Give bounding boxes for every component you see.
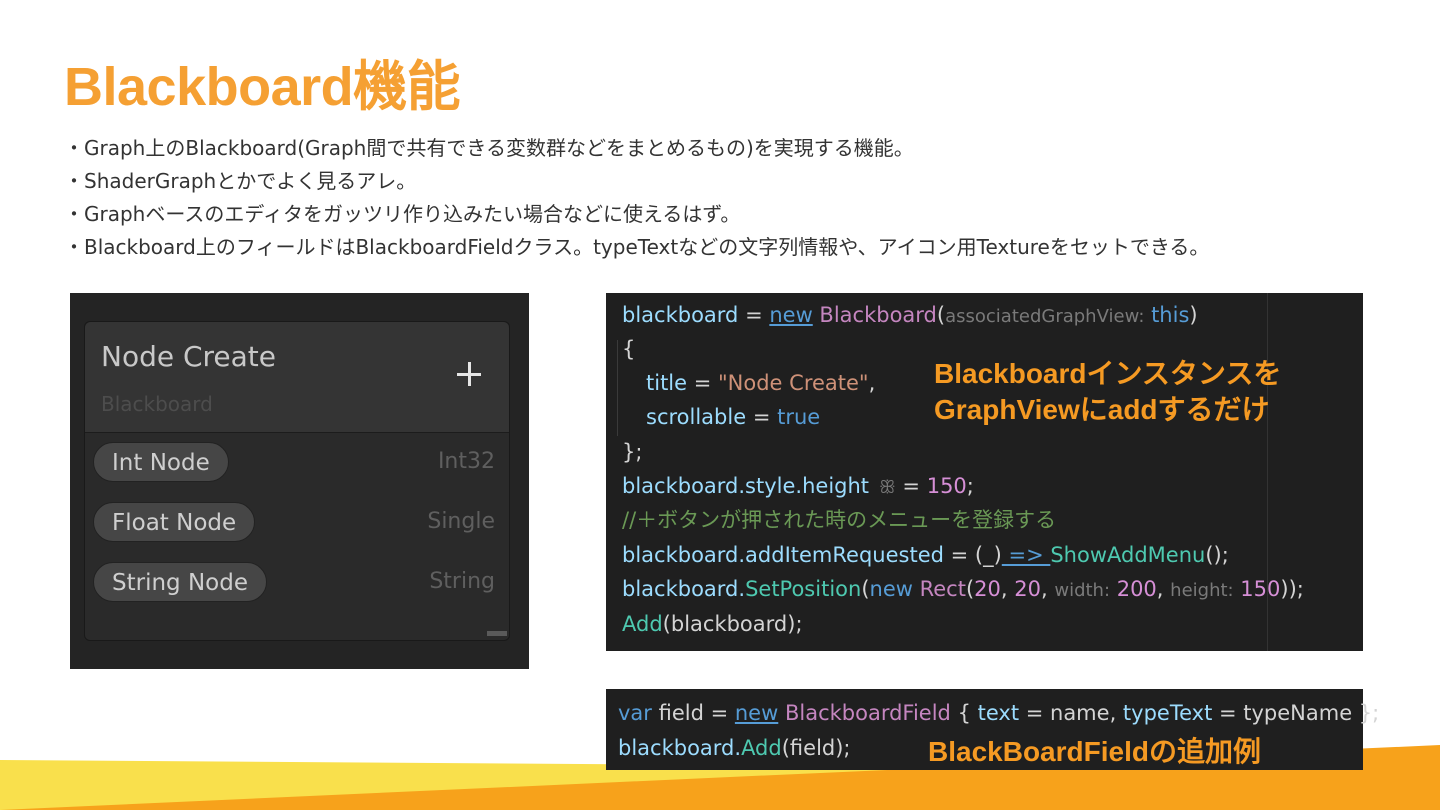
code-block-blackboard: blackboard = new Blackboard(associatedGr… [606, 293, 1363, 651]
bullet-item: ・Graph上のBlackboard(Graph間で共有できる変数群などをまとめ… [64, 136, 914, 160]
bullet-list: ・Graph上のBlackboard(Graph間で共有できる変数群などをまとめ… [64, 132, 1209, 264]
blackboard-screenshot: Node Create Blackboard Int Node Int32 Fl… [70, 293, 529, 669]
code-comment: //＋ボタンが押された時のメニューを登録する [622, 508, 1057, 532]
code-line: scrollable = true [646, 405, 821, 429]
inlay-hint-icon: ꕥ [879, 477, 896, 498]
blackboard-field-pill[interactable]: Int Node [93, 442, 229, 482]
blackboard-subtitle: Blackboard [101, 392, 213, 416]
blackboard-header: Node Create Blackboard [85, 322, 509, 433]
blackboard-window: Node Create Blackboard Int Node Int32 Fl… [84, 321, 510, 641]
blackboard-field-type: String [429, 569, 495, 594]
bullet-item: ・Graphベースのエディタをガッツリ作り込みたい場合などに使えるはず。 [64, 202, 741, 226]
indent-guide [617, 340, 618, 436]
code-line: blackboard.Add(field); [618, 736, 851, 760]
blackboard-field-row: String Node String [85, 552, 509, 612]
blackboard-field-pill[interactable]: String Node [93, 562, 267, 602]
code-line: blackboard = new Blackboard(associatedGr… [622, 303, 1198, 327]
slide-title: Blackboard機能 [64, 57, 461, 117]
blackboard-field-row: Int Node Int32 [85, 432, 509, 492]
code-line: Add(blackboard); [622, 612, 803, 636]
code-line: title = "Node Create", [646, 371, 876, 395]
resize-handle[interactable] [487, 631, 507, 636]
editor-ruler [1267, 293, 1268, 651]
bullet-item: ・ShaderGraphとかでよく見るアレ。 [64, 169, 417, 193]
code-line: blackboard.addItemRequested = (_) => Sho… [622, 543, 1229, 567]
blackboard-field-pill[interactable]: Float Node [93, 502, 256, 542]
code-line: }; [622, 440, 643, 464]
callout-line: BlackBoardFieldの追加例 [928, 736, 1261, 767]
blackboard-field-type: Single [427, 509, 495, 534]
code-line: blackboard.SetPosition(new Rect(20, 20, … [622, 577, 1304, 601]
plus-icon[interactable] [457, 362, 481, 386]
blackboard-title: Node Create [101, 340, 277, 373]
code-line: blackboard.style.height ꕥ = 150; [622, 474, 974, 498]
blackboard-field-row: Float Node Single [85, 492, 509, 552]
code-line: { [622, 337, 636, 361]
callout-line: Blackboardインスタンスを [934, 358, 1282, 389]
blackboard-field-type: Int32 [437, 449, 495, 474]
code-line: var field = new BlackboardField { text =… [618, 701, 1380, 725]
callout-line: GraphViewにaddするだけ [934, 394, 1270, 425]
bullet-item: ・Blackboard上のフィールドはBlackboardFieldクラス。ty… [64, 235, 1210, 259]
